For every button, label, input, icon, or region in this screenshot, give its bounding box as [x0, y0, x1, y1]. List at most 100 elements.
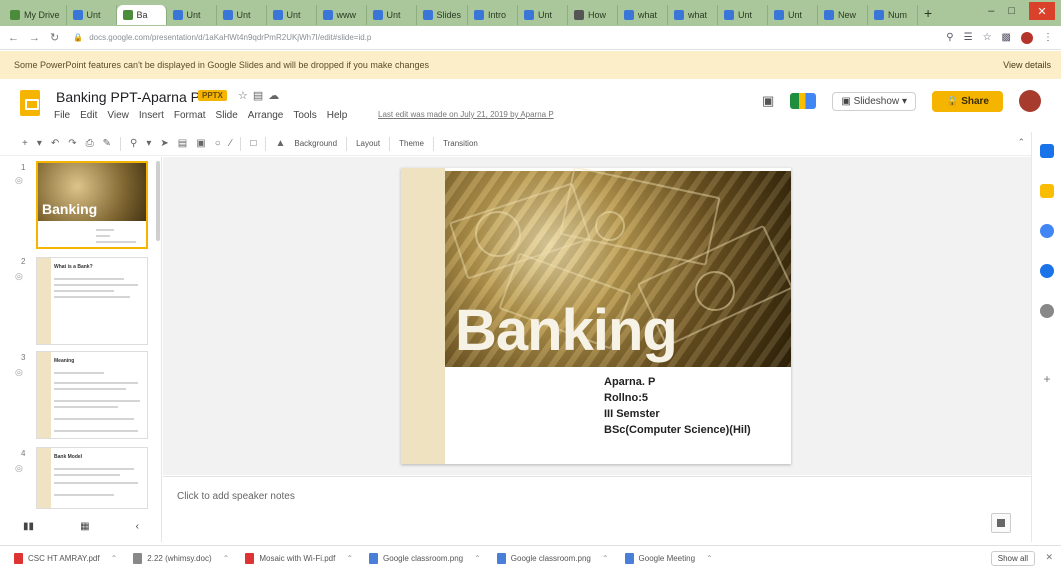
minimize-icon[interactable]: –: [988, 5, 994, 17]
slide-thumbnail-1[interactable]: Banking: [36, 161, 148, 249]
background-button[interactable]: Background: [294, 139, 337, 148]
slide-subtitle[interactable]: Aparna. P Rollno:5 III Semster BSc(Compu…: [604, 374, 751, 438]
profile-avatar[interactable]: [1021, 31, 1033, 44]
slide-thumbnail-3[interactable]: Meaning: [36, 351, 148, 439]
chevron-up-icon[interactable]: ⌃: [474, 554, 481, 563]
menu-view[interactable]: View: [107, 110, 129, 121]
kebab-menu-icon[interactable]: ⋮: [1043, 32, 1053, 44]
select-icon[interactable]: ➤: [160, 138, 168, 149]
shape-icon[interactable]: ○: [215, 138, 221, 149]
comments-icon[interactable]: ▣: [762, 93, 774, 109]
download-item[interactable]: CSC HT AMRAY.pdf ⌃: [14, 553, 117, 564]
undo-icon[interactable]: ↶: [51, 138, 59, 149]
translate-icon[interactable]: ☰: [964, 32, 973, 44]
chevron-down-icon[interactable]: ▾: [146, 138, 151, 149]
explore-icon[interactable]: [991, 513, 1011, 533]
theme-button[interactable]: Theme: [399, 139, 424, 148]
browser-tab[interactable]: Unt: [367, 5, 417, 25]
download-item[interactable]: Google classroom.png ⌃: [369, 553, 481, 564]
menu-slide[interactable]: Slide: [216, 110, 238, 121]
download-item[interactable]: Mosaic with Wi-Fi.pdf ⌃: [245, 553, 353, 564]
slideshow-button[interactable]: ▣ Slideshow ▾: [832, 91, 916, 111]
calendar-icon[interactable]: [1040, 144, 1054, 158]
last-edit-link[interactable]: Last edit was made on July 21, 2019 by A…: [378, 110, 554, 119]
maximize-icon[interactable]: □: [1008, 5, 1015, 17]
background-color-icon[interactable]: ▲: [275, 138, 285, 149]
menu-insert[interactable]: Insert: [139, 110, 164, 121]
close-icon[interactable]: ✕: [1045, 552, 1053, 563]
browser-tab[interactable]: Unt: [67, 5, 117, 25]
text-box-icon[interactable]: ▤: [178, 138, 187, 149]
menu-arrange[interactable]: Arrange: [248, 110, 284, 121]
search-icon[interactable]: ⚲: [946, 32, 953, 44]
chevron-up-icon[interactable]: ⌃: [706, 554, 713, 563]
download-item[interactable]: Google Meeting ⌃: [624, 553, 713, 564]
back-icon[interactable]: ←: [8, 32, 19, 44]
view-details-link[interactable]: View details: [1003, 60, 1051, 70]
browser-tab[interactable]: Unt: [718, 5, 769, 25]
slides-logo-icon[interactable]: [20, 90, 40, 116]
browser-tab[interactable]: Slides: [417, 5, 469, 25]
new-tab-button[interactable]: +: [924, 5, 932, 21]
menu-edit[interactable]: Edit: [80, 110, 97, 121]
browser-tab[interactable]: what: [668, 5, 719, 25]
maps-icon[interactable]: [1040, 304, 1054, 318]
star-icon[interactable]: ☆: [983, 32, 992, 44]
cloud-status-icon[interactable]: ☁: [268, 90, 284, 102]
chevron-up-icon[interactable]: ⌃: [111, 554, 118, 563]
paint-format-icon[interactable]: ✎: [103, 138, 111, 149]
document-title[interactable]: Banking PPT-Aparna P: [56, 89, 200, 105]
speaker-notes-input[interactable]: Click to add speaker notes: [177, 491, 295, 502]
browser-tab[interactable]: Intro: [468, 5, 519, 25]
collapse-panel-icon[interactable]: ‹: [136, 521, 139, 532]
browser-tab[interactable]: what: [618, 5, 669, 25]
redo-icon[interactable]: ↷: [68, 138, 76, 149]
grid-view-icon[interactable]: ▦: [80, 521, 89, 532]
chevron-up-icon[interactable]: ⌃: [346, 554, 353, 563]
browser-tab[interactable]: Num: [868, 5, 919, 25]
chevron-down-icon[interactable]: ▾: [37, 138, 42, 149]
chevron-down-icon[interactable]: ▾: [902, 96, 907, 107]
transition-button[interactable]: Transition: [443, 139, 478, 148]
browser-tab[interactable]: New: [818, 5, 869, 25]
current-slide[interactable]: Banking Aparna. P Rollno:5 III Semster B…: [401, 168, 791, 464]
browser-tab[interactable]: Unt: [768, 5, 819, 25]
get-addons-icon[interactable]: +: [1040, 372, 1054, 386]
chevron-up-icon[interactable]: ⌃: [602, 554, 609, 563]
browser-tab[interactable]: Unt: [267, 5, 317, 25]
contacts-icon[interactable]: [1040, 264, 1054, 278]
keep-icon[interactable]: [1040, 184, 1054, 198]
slide-title[interactable]: Banking: [455, 302, 678, 360]
new-slide-icon[interactable]: +: [22, 138, 28, 149]
user-avatar[interactable]: [1019, 90, 1041, 112]
menu-file[interactable]: File: [54, 110, 70, 121]
move-folder-icon[interactable]: ▤: [253, 90, 268, 102]
collapse-toolbar-icon[interactable]: ⌃: [1017, 137, 1025, 148]
browser-tab[interactable]: Unt: [217, 5, 267, 25]
reload-icon[interactable]: ↻: [50, 31, 59, 44]
comment-icon[interactable]: □: [250, 138, 256, 149]
url-field[interactable]: 🔒 docs.google.com/presentation/d/1aKaHWt…: [69, 29, 936, 47]
menu-help[interactable]: Help: [327, 110, 348, 121]
puzzle-icon[interactable]: ▩: [1002, 32, 1011, 44]
image-icon[interactable]: ▣: [196, 138, 205, 149]
meet-icon[interactable]: [790, 93, 817, 109]
browser-tab[interactable]: My Drive: [4, 5, 67, 25]
zoom-icon[interactable]: ⚲: [130, 138, 137, 149]
layout-button[interactable]: Layout: [356, 139, 380, 148]
line-icon[interactable]: ∕: [230, 138, 232, 149]
show-all-button[interactable]: Show all: [990, 551, 1035, 566]
browser-tab[interactable]: www: [317, 5, 367, 25]
chevron-up-icon[interactable]: ⌃: [223, 554, 230, 563]
slide-thumbnail-4[interactable]: Bank Model: [36, 447, 148, 509]
share-button[interactable]: 🔒 Share: [931, 90, 1003, 112]
browser-tab[interactable]: How: [568, 5, 619, 25]
star-icon[interactable]: ☆: [238, 90, 253, 102]
menu-tools[interactable]: Tools: [293, 110, 316, 121]
filmstrip-scrollbar[interactable]: [156, 161, 160, 241]
browser-tab[interactable]: Ba: [116, 5, 167, 25]
tasks-icon[interactable]: [1040, 224, 1054, 238]
close-window-icon[interactable]: ✕: [1029, 2, 1055, 20]
browser-tab[interactable]: Unt: [518, 5, 569, 25]
menu-format[interactable]: Format: [174, 110, 206, 121]
